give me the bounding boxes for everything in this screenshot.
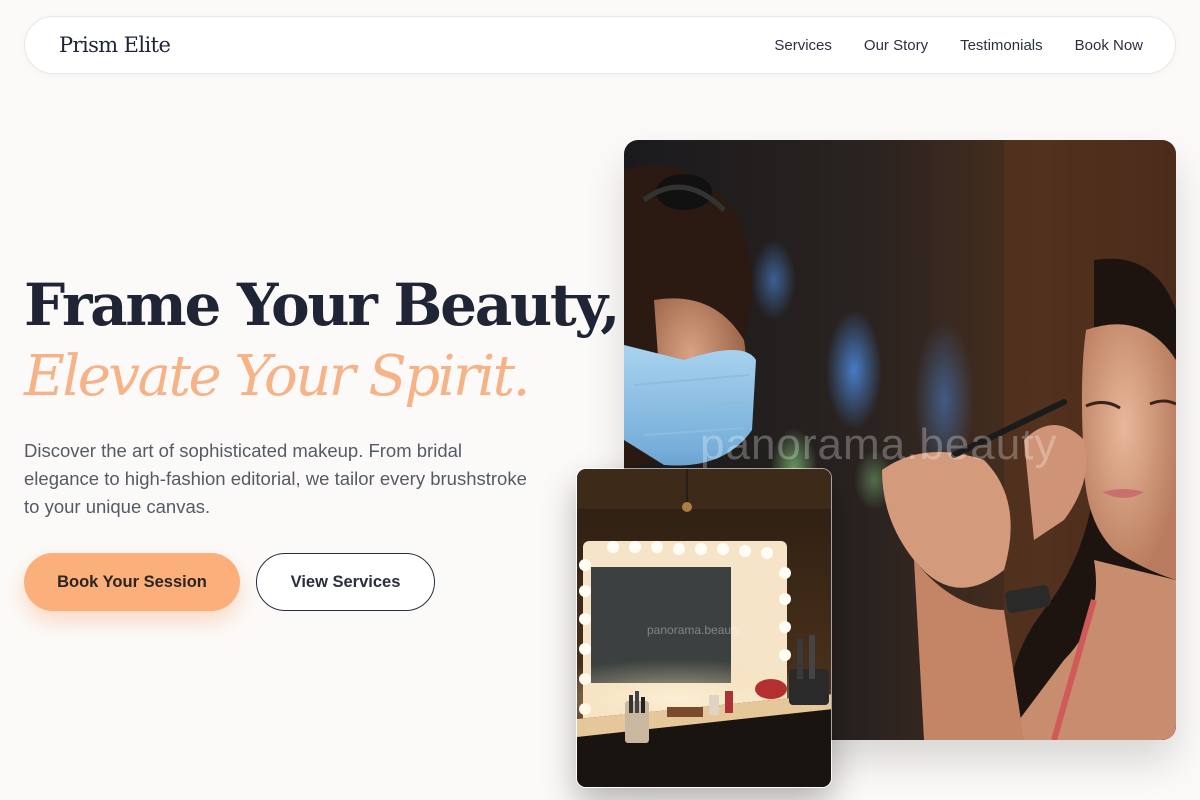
hero-headline: Frame Your Beauty, <box>24 271 620 339</box>
inset-photo-watermark: panorama.beauty <box>647 623 741 637</box>
page: Prism Elite Services Our Story Testimoni… <box>0 0 1200 800</box>
nav-links: Services Our Story Testimonials Book Now <box>774 37 1143 54</box>
nav-link-our-story[interactable]: Our Story <box>864 37 928 54</box>
vanity-mirror-photo: panorama.beauty <box>576 468 832 788</box>
brand-logo[interactable]: Prism Elite <box>59 33 171 57</box>
view-services-button[interactable]: View Services <box>256 553 435 611</box>
book-session-button[interactable]: Book Your Session <box>24 553 240 611</box>
photo-watermark: panorama.beauty <box>700 420 1058 469</box>
top-navbar: Prism Elite Services Our Story Testimoni… <box>24 16 1176 74</box>
nav-link-services[interactable]: Services <box>774 37 832 54</box>
nav-link-book-now[interactable]: Book Now <box>1075 37 1143 54</box>
hero-headline-accent: Elevate Your Spirit. <box>24 344 530 409</box>
nav-link-testimonials[interactable]: Testimonials <box>960 37 1043 54</box>
hero-description: Discover the art of sophisticated makeup… <box>24 440 527 517</box>
